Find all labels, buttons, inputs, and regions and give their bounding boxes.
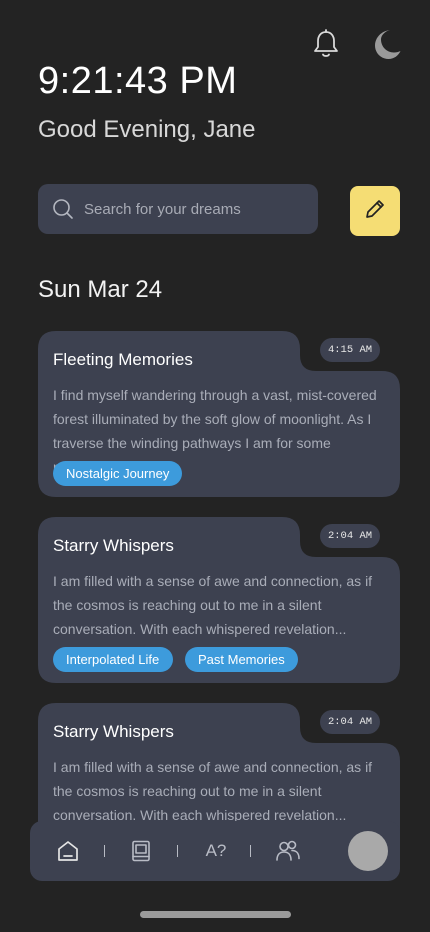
dream-excerpt: I am filled with a sense of awe and conn… — [53, 759, 373, 823]
dream-time: 2:04 AM — [320, 710, 380, 734]
dream-card[interactable]: Fleeting Memories 4:15 AM I find myself … — [38, 331, 400, 497]
moon-icon[interactable] — [370, 28, 402, 60]
community-icon[interactable] — [274, 839, 302, 863]
dictionary-icon[interactable]: A? — [202, 839, 230, 863]
search-icon — [52, 198, 74, 220]
dream-title: Fleeting Memories — [53, 350, 193, 369]
tag-list: Interpolated Life Past Memories — [53, 647, 298, 672]
bottom-nav: A? — [30, 821, 400, 881]
journal-icon[interactable] — [129, 839, 153, 863]
nav-divider — [177, 845, 178, 857]
search-input[interactable] — [84, 200, 284, 218]
tag-list: Nostalgic Journey — [53, 461, 183, 486]
dictionary-label: A? — [205, 841, 227, 860]
tag-chip[interactable]: Past Memories — [185, 647, 298, 672]
dream-time: 4:15 AM — [320, 338, 380, 362]
dream-excerpt: I am filled with a sense of awe and conn… — [53, 573, 373, 637]
dream-title: Starry Whispers — [53, 536, 174, 555]
search-bar[interactable] — [38, 184, 318, 234]
avatar[interactable] — [348, 831, 388, 871]
current-time: 9:21:43 PM — [38, 60, 238, 102]
nav-divider — [104, 845, 105, 857]
tag-chip[interactable]: Nostalgic Journey — [53, 461, 183, 486]
new-entry-button[interactable] — [350, 186, 400, 236]
date-heading: Sun Mar 24 — [38, 276, 163, 303]
home-icon[interactable] — [56, 839, 80, 863]
tag-chip[interactable]: Interpolated Life — [53, 647, 173, 672]
dream-title: Starry Whispers — [53, 722, 174, 741]
nav-divider — [250, 845, 251, 857]
header-actions — [310, 28, 402, 60]
dream-time: 2:04 AM — [320, 524, 380, 548]
dream-card[interactable]: Starry Whispers 2:04 AM I am filled with… — [38, 517, 400, 683]
home-indicator — [140, 911, 291, 918]
bell-icon[interactable] — [310, 28, 342, 60]
pencil-icon — [364, 198, 386, 225]
greeting: Good Evening, Jane — [38, 116, 256, 143]
